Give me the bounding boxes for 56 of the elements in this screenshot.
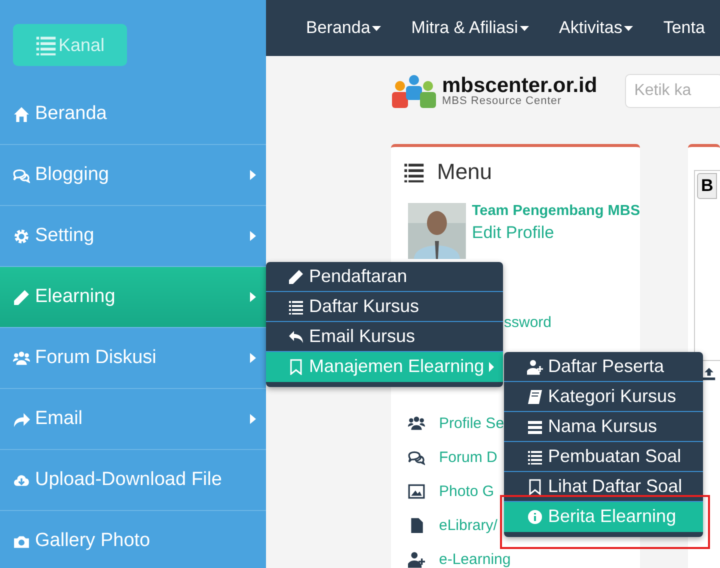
bold-button[interactable]: B	[697, 173, 718, 199]
people-logo-icon	[390, 74, 438, 108]
menu-link[interactable]: ssword	[504, 314, 552, 330]
list-icon	[527, 448, 543, 464]
menu-link[interactable]: Profile Se	[439, 414, 504, 432]
nav-link[interactable]: Mitra & Afiliasi	[411, 18, 530, 38]
logo-tagline: MBS Resource Center	[442, 96, 563, 107]
dropdown-item[interactable]: Berita Elearning	[504, 502, 703, 532]
dropdown-item[interactable]: Daftar Peserta	[504, 352, 703, 382]
list-icon	[35, 34, 58, 56]
list-icon	[403, 161, 425, 183]
dropdown-item[interactable]: Pembuatan Soal	[504, 442, 703, 472]
pencil-icon	[288, 268, 304, 284]
comments-icon	[13, 166, 30, 184]
kanal-button[interactable]: Kanal	[13, 24, 127, 66]
bookmark-icon	[527, 478, 543, 494]
comments-icon	[408, 448, 425, 466]
edit-profile-link[interactable]: Edit Profile	[472, 223, 640, 243]
menu-link[interactable]: e-Learning	[439, 550, 511, 568]
dropdown-item[interactable]: Daftar Kursus	[266, 292, 503, 322]
search-field[interactable]: Ketik ka	[625, 74, 720, 108]
server-icon	[527, 418, 543, 434]
file-icon	[408, 516, 425, 534]
nav-link[interactable]: Beranda	[306, 18, 382, 38]
sidebar-item[interactable]: Beranda	[0, 84, 266, 145]
home-icon	[13, 106, 30, 122]
nav-link[interactable]: Aktivitas	[559, 18, 634, 38]
dropdown-item[interactable]: Manajemen Elearning	[266, 352, 503, 382]
dropdown-item[interactable]: Kategori Kursus	[504, 382, 703, 412]
sidebar-item[interactable]: Upload-Download File	[0, 450, 266, 511]
profile-name[interactable]: Team Pengembang MBS	[472, 203, 640, 219]
share-icon	[13, 410, 30, 428]
nav-link[interactable]: Tenta	[663, 18, 705, 38]
reply-icon	[288, 328, 304, 344]
sidebar-item[interactable]: Elearning	[0, 267, 266, 328]
pencil-icon	[13, 288, 30, 306]
sidebar-item[interactable]: Blogging	[0, 145, 266, 206]
logo-name: mbscenter.or.id	[442, 75, 598, 96]
menu-link[interactable]: eLibrary/	[439, 516, 498, 534]
list-icon	[288, 298, 304, 314]
info-icon	[527, 508, 543, 524]
menu-link[interactable]: Photo G	[439, 482, 494, 500]
image-icon	[408, 482, 425, 500]
sidebar-item[interactable]: Gallery Photo	[0, 511, 266, 568]
bookmark-icon	[288, 358, 304, 374]
dropdown-item[interactable]: Pendaftaran	[266, 262, 503, 292]
card-title: Menu	[437, 159, 492, 185]
users-icon	[408, 414, 425, 432]
dropdown-item[interactable]: Nama Kursus	[504, 412, 703, 442]
gear-icon	[13, 228, 30, 244]
user-plus-icon	[408, 550, 425, 568]
menu-link[interactable]: Forum D	[439, 448, 498, 466]
book-icon	[527, 388, 543, 404]
users-icon	[13, 350, 30, 366]
sidebar-item[interactable]: Email	[0, 389, 266, 450]
user-plus-icon	[527, 358, 543, 374]
